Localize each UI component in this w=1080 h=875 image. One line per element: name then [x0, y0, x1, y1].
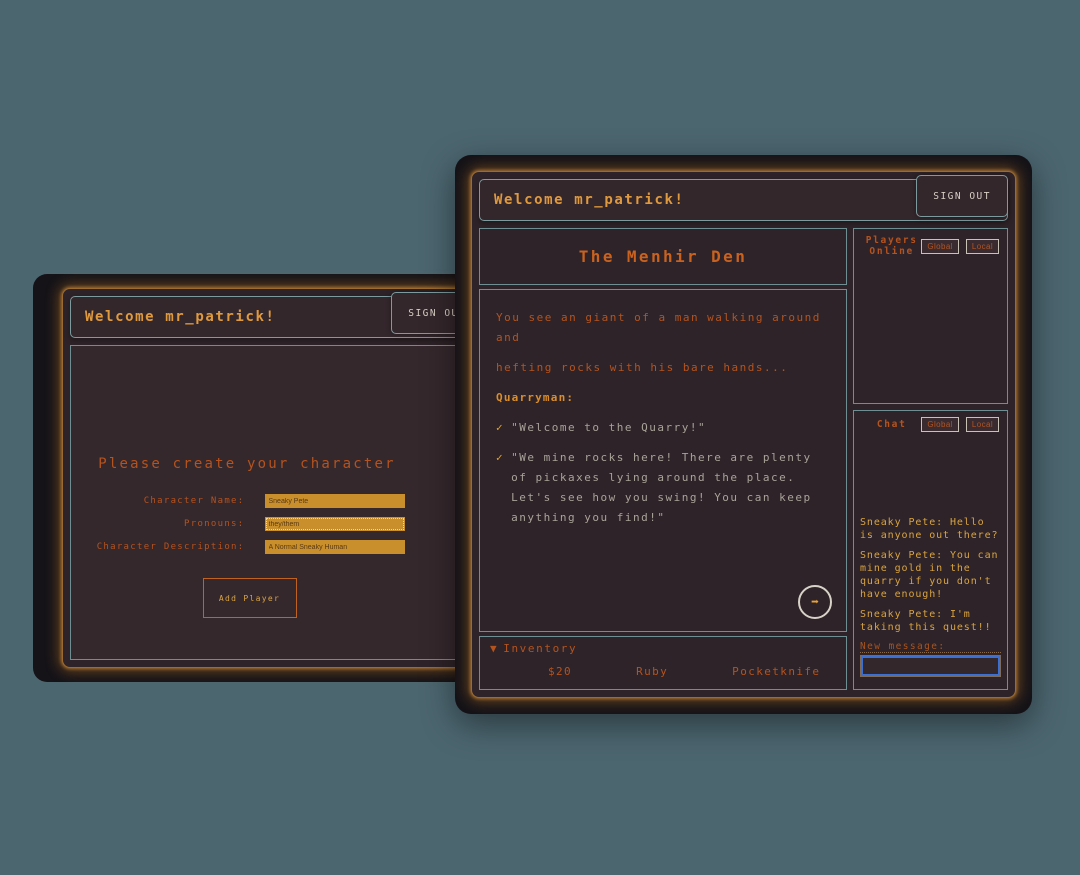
location-title: The Menhir Den [578, 247, 748, 266]
dialogue-option[interactable]: ✓ "We mine rocks here! There are plenty … [496, 448, 830, 528]
foreground-app-shell: Welcome mr_patrick! SIGN OUT The Menhir … [471, 171, 1016, 698]
background-window-device: Welcome mr_patrick! SIGN OUT Please crea… [33, 274, 491, 682]
chat-message: Sneaky Pete: I'm taking this quest!! [860, 609, 992, 633]
pronouns-input[interactable] [264, 517, 405, 531]
next-arrow-button[interactable]: ➡ [798, 585, 832, 619]
players-online-title: Players Online [862, 235, 921, 257]
front-welcome-text: Welcome mr_patrick! [494, 192, 685, 208]
location-title-panel: The Menhir Den [479, 228, 847, 285]
app-body: The Menhir Den You see an giant of a man… [479, 228, 1008, 690]
character-description-label: Character Description: [96, 542, 245, 552]
chat-header: Chat Global Local [854, 411, 1007, 436]
chat-message-list[interactable]: Sneaky Pete: Hello is anyone out there? … [854, 436, 1007, 689]
character-name-row: Character Name: [95, 494, 405, 508]
narration-line: You see an giant of a man walking around… [496, 311, 821, 344]
check-icon: ✓ [496, 421, 505, 434]
character-description-input[interactable] [264, 540, 405, 554]
add-player-button[interactable]: Add Player [202, 578, 297, 618]
chat-local-button[interactable]: Local [965, 417, 999, 432]
character-name-label: Character Name: [143, 496, 245, 506]
back-welcome-text: Welcome mr_patrick! [85, 309, 276, 325]
inventory-item[interactable]: Pocketknife [732, 665, 820, 678]
chat-global-button[interactable]: Global [921, 417, 959, 432]
dialogue-option-text: "Welcome to the Quarry!" [511, 421, 707, 434]
players-online-title-line2: Online [869, 246, 914, 257]
pronouns-label: Pronouns: [184, 519, 245, 529]
arrow-right-icon: ➡ [811, 594, 819, 610]
inventory-label: Inventory [503, 642, 578, 655]
speaker-name: Quarryman: [496, 391, 575, 404]
triangle-down-icon: ▼ [490, 642, 499, 655]
players-scope-buttons: Global Local [921, 238, 999, 254]
chat-message: Sneaky Pete: Hello is anyone out there? [860, 517, 999, 541]
chat-title: Chat [876, 419, 907, 430]
character-creation-panel: Please create your character Character N… [70, 345, 483, 660]
character-creation-title: Please create your character [98, 456, 396, 472]
dialogue-option-text: "We mine rocks here! There are plenty of… [511, 451, 812, 524]
inventory-panel: ▼ Inventory $20 Ruby Pocketknife [479, 636, 847, 690]
sign-out-button[interactable]: SIGN OUT [916, 175, 1008, 217]
chat-message: Sneaky Pete: You can mine gold in the qu… [860, 550, 999, 600]
side-column: Players Online Global Local Chat Global … [853, 228, 1008, 690]
players-global-button[interactable]: Global [921, 238, 959, 254]
character-description-row: Character Description: [95, 540, 405, 554]
players-online-title-line1: Players [865, 235, 918, 246]
chat-panel: Chat Global Local Sneaky Pete: Hello is … [853, 410, 1008, 690]
inventory-toggle[interactable]: ▼ Inventory [490, 642, 836, 655]
chat-scope-buttons: Global Local [921, 417, 999, 432]
foreground-window-device: Welcome mr_patrick! SIGN OUT The Menhir … [455, 155, 1032, 714]
character-name-input[interactable] [264, 494, 405, 508]
new-message-label: New message: [860, 641, 1001, 653]
pronouns-row: Pronouns: [95, 517, 405, 531]
main-column: The Menhir Den You see an giant of a man… [479, 228, 847, 690]
background-app-shell: Welcome mr_patrick! SIGN OUT Please crea… [62, 288, 491, 668]
players-online-list [854, 261, 1007, 403]
narration-line: hefting rocks with his bare hands... [496, 361, 789, 374]
story-panel: You see an giant of a man walking around… [479, 289, 847, 632]
new-message-input[interactable] [860, 655, 1001, 677]
players-online-header: Players Online Global Local [854, 229, 1007, 261]
dialogue-option[interactable]: ✓ "Welcome to the Quarry!" [496, 418, 830, 438]
players-local-button[interactable]: Local [965, 238, 999, 254]
front-header-bar: Welcome mr_patrick! SIGN OUT [479, 175, 1008, 221]
inventory-item[interactable]: Ruby [636, 665, 668, 678]
back-header-bar: Welcome mr_patrick! SIGN OUT [70, 292, 483, 338]
check-icon: ✓ [496, 451, 505, 464]
players-online-panel: Players Online Global Local [853, 228, 1008, 404]
inventory-item[interactable]: $20 [548, 665, 572, 678]
character-creation-form: Character Name: Pronouns: Character Desc… [95, 494, 405, 554]
inventory-item-list: $20 Ruby Pocketknife [490, 665, 836, 678]
